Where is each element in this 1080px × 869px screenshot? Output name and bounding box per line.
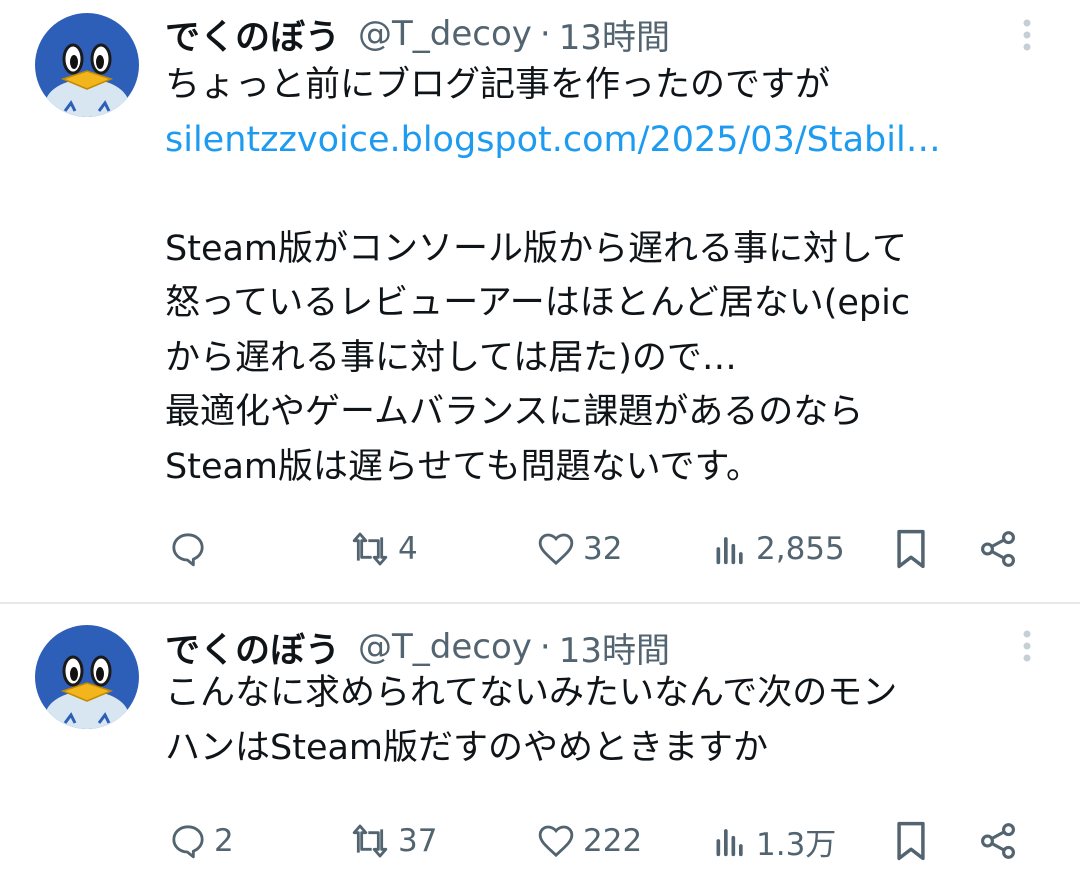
separator: · xyxy=(539,627,551,667)
bookmark-icon xyxy=(897,821,925,861)
tweet-text: こんなに求められてないみたいなんで次のモン ハンはSteam版だすのやめときます… xyxy=(165,666,1065,775)
views-icon xyxy=(716,829,743,857)
action-bar: 2 37 222 1.3万 xyxy=(165,813,1045,869)
like-count: 32 xyxy=(583,531,623,567)
share-icon xyxy=(981,823,1015,859)
share-button[interactable] xyxy=(977,521,1019,577)
avatar[interactable] xyxy=(35,13,139,117)
author-handle[interactable]: @T_decoy xyxy=(358,627,532,667)
avatar[interactable] xyxy=(35,625,139,729)
share-icon xyxy=(981,531,1015,567)
share-button[interactable] xyxy=(977,813,1019,869)
view-count: 2,855 xyxy=(756,531,845,567)
reply-icon xyxy=(172,825,204,859)
like-button[interactable]: 32 xyxy=(535,521,622,577)
views-icon xyxy=(716,537,743,565)
reply-button[interactable]: 2 xyxy=(168,813,234,869)
action-bar: 4 32 2,855 xyxy=(165,521,1045,577)
more-options-icon[interactable] xyxy=(1015,15,1039,55)
penguin-avatar-icon xyxy=(35,13,139,117)
tweet[interactable]: でくのぼう @T_decoy · 13時間 ちょっと前にブログ記事を作ったのです… xyxy=(0,0,1080,603)
tweet-text-line: ハンはSteam版だすのやめときますか xyxy=(165,727,769,768)
tweet-divider xyxy=(0,602,1080,604)
like-count: 222 xyxy=(583,823,643,859)
tweet-link[interactable]: silentzzvoice.blogspot.com/2025/03/Stabi… xyxy=(165,113,1065,168)
reply-button[interactable] xyxy=(168,521,214,577)
view-count: 1.3万 xyxy=(756,826,837,863)
bookmark-button[interactable] xyxy=(892,521,930,577)
author-handle[interactable]: @T_decoy xyxy=(358,14,532,54)
bookmark-button[interactable] xyxy=(892,813,930,869)
tweet-text: ちょっと前にブログ記事を作ったのですが silentzzvoice.blogsp… xyxy=(165,58,1065,494)
like-icon xyxy=(538,825,574,858)
bookmark-icon xyxy=(897,529,925,569)
retweet-count: 4 xyxy=(398,531,418,567)
retweet-button[interactable]: 37 xyxy=(348,813,437,869)
reply-count: 2 xyxy=(214,823,234,859)
author-name[interactable]: でくのぼう xyxy=(165,9,340,60)
more-options-icon[interactable] xyxy=(1015,626,1039,666)
retweet-count: 37 xyxy=(398,823,438,859)
retweet-icon xyxy=(352,824,388,858)
retweet-button[interactable]: 4 xyxy=(348,521,418,577)
tweet[interactable]: でくのぼう @T_decoy · 13時間 こんなに求められてないみたいなんで次… xyxy=(0,605,1080,863)
tweet-text-line: こんなに求められてないみたいなんで次のモン xyxy=(165,673,898,713)
views-button[interactable]: 1.3万 xyxy=(710,813,836,869)
timestamp[interactable]: 13時間 xyxy=(559,623,670,672)
reply-icon xyxy=(172,533,204,567)
timestamp[interactable]: 13時間 xyxy=(559,10,670,59)
tweet-text-line: から遅れる事に対しては居た)ので… xyxy=(165,337,737,378)
like-button[interactable]: 222 xyxy=(535,813,642,869)
penguin-avatar-icon xyxy=(35,625,139,729)
tweet-header: でくのぼう @T_decoy · 13時間 xyxy=(165,622,670,672)
like-icon xyxy=(538,533,574,566)
tweet-text-line: 怒っているレビューアーはほとんど居ない(epic xyxy=(165,283,911,323)
tweet-text-line: 最適化やゲームバランスに課題があるのなら xyxy=(165,392,864,432)
separator: · xyxy=(539,14,551,54)
retweet-icon xyxy=(352,532,388,566)
tweet-text-line: Steam版がコンソール版から遅れる事に対して xyxy=(165,228,907,269)
tweet-text-line: ちょっと前にブログ記事を作ったのですが xyxy=(165,65,831,105)
tweet-text-line xyxy=(165,167,1065,222)
tweet-text-line: Steam版は遅らせても問題ないです。 xyxy=(165,446,762,487)
tweet-header: でくのぼう @T_decoy · 13時間 xyxy=(165,9,670,59)
author-name[interactable]: でくのぼう xyxy=(165,622,340,673)
views-button[interactable]: 2,855 xyxy=(710,521,845,577)
